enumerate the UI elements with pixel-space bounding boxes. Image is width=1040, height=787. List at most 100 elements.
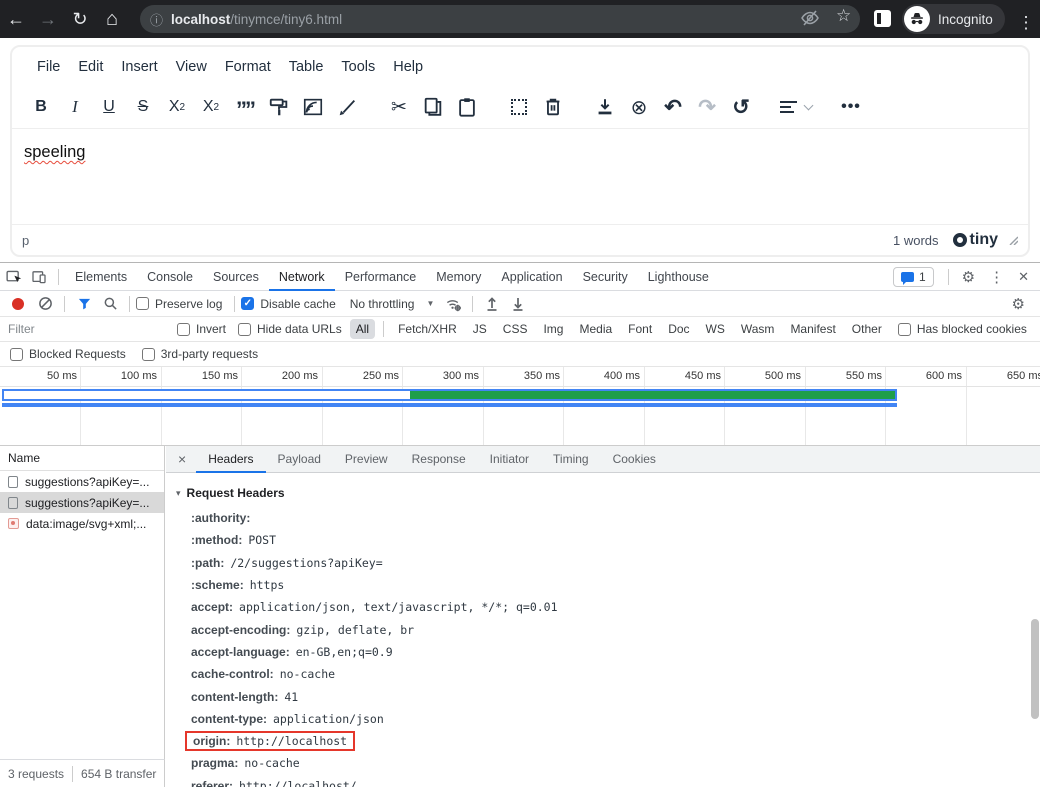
site-info-icon[interactable]: ⓘ [150,10,163,29]
filter-funnel-icon[interactable] [71,292,97,316]
password-hidden-eye-icon[interactable] [800,8,820,28]
editor-content-area[interactable]: speeling [12,128,1028,224]
hide-data-urls-label[interactable]: Hide data URLs [257,322,342,336]
record-icon[interactable] [12,298,24,310]
has-blocked-cookies-label[interactable]: Has blocked cookies [917,322,1027,336]
device-toolbar-icon[interactable] [26,265,52,289]
network-overview-timeline[interactable]: 50 ms 100 ms 150 ms 200 ms 250 ms 300 ms… [0,367,1040,446]
invert-label[interactable]: Invert [196,322,226,336]
resize-handle-icon[interactable] [1008,235,1018,245]
tab-memory[interactable]: Memory [426,263,491,291]
tab-application[interactable]: Application [491,263,572,291]
request-row[interactable]: data:image/svg+xml;... [0,513,164,534]
devtools-settings-gear-icon[interactable]: ⚙ [955,268,982,286]
tab-cookies[interactable]: Cookies [601,446,668,473]
preserve-log-checkbox[interactable] [136,297,149,310]
blocked-requests-checkbox[interactable] [10,348,23,361]
tab-timing[interactable]: Timing [541,446,601,473]
tab-security[interactable]: Security [573,263,638,291]
filter-chip-css[interactable]: CSS [497,319,534,339]
save-icon[interactable] [592,94,618,120]
devtools-kebab-icon[interactable]: ⋮ [982,268,1011,286]
reload-icon[interactable]: ↻ [64,3,96,35]
disable-cache-checkbox[interactable]: ✓ [241,297,254,310]
cancel-icon[interactable]: ⊗ [626,94,652,120]
filter-input[interactable] [8,320,163,338]
tab-response[interactable]: Response [400,446,478,473]
menu-help[interactable]: Help [384,53,432,81]
misspelled-word[interactable]: speeling [24,143,85,161]
tab-sources[interactable]: Sources [203,263,269,291]
blocked-requests-label[interactable]: Blocked Requests [29,347,126,361]
scrollbar-thumb[interactable] [1031,619,1039,719]
cut-icon[interactable]: ✂ [386,94,412,120]
undo-icon[interactable]: ↶ [660,94,686,120]
request-row-selected[interactable]: suggestions?apiKey=... [0,492,164,513]
filter-chip-img[interactable]: Img [537,319,569,339]
request-row[interactable]: suggestions?apiKey=... [0,471,164,492]
format-painter-icon[interactable] [266,94,292,120]
filter-chip-fetch-xhr[interactable]: Fetch/XHR [392,319,463,339]
side-panel-icon[interactable] [874,10,891,27]
copy-icon[interactable] [420,94,446,120]
tab-headers[interactable]: Headers [196,446,265,473]
invert-checkbox[interactable] [177,323,190,336]
name-column-header[interactable]: Name [0,446,164,471]
menu-file[interactable]: File [28,53,69,81]
inspect-element-icon[interactable] [0,265,26,289]
filter-chip-font[interactable]: Font [622,319,658,339]
third-party-checkbox[interactable] [142,348,155,361]
details-close-icon[interactable]: × [166,451,196,467]
devtools-close-icon[interactable]: ✕ [1011,269,1036,285]
request-headers-title-row[interactable]: ▾ Request Headers [176,483,1040,503]
menu-tools[interactable]: Tools [332,53,384,81]
menu-table[interactable]: Table [280,53,333,81]
issues-badge[interactable]: 1 [893,267,934,287]
select-all-icon[interactable] [506,94,532,120]
filter-chip-js[interactable]: JS [467,319,493,339]
network-conditions-icon[interactable] [440,292,466,316]
more-toolbar-icon[interactable]: ••• [838,94,864,120]
throttling-select[interactable]: No throttling [350,297,415,311]
align-dropdown-icon[interactable] [780,94,812,120]
tab-initiator[interactable]: Initiator [478,446,541,473]
bold-icon[interactable]: B [28,94,54,120]
word-count[interactable]: 1 words [893,233,939,248]
tab-lighthouse[interactable]: Lighthouse [638,263,719,291]
has-blocked-cookies-checkbox[interactable] [898,323,911,336]
network-settings-gear-icon[interactable]: ⚙ [1005,295,1032,313]
filter-chip-doc[interactable]: Doc [662,319,695,339]
hide-data-urls-checkbox[interactable] [238,323,251,336]
clear-icon[interactable] [32,292,58,316]
browser-menu-kebab-icon[interactable]: ⋮ [1010,7,1040,39]
underline-icon[interactable]: U [96,94,122,120]
image-frame-icon[interactable] [300,94,326,120]
strikethrough-icon[interactable]: S [130,94,156,120]
menu-view[interactable]: View [167,53,216,81]
details-scrollbar[interactable] [1030,476,1039,785]
disable-cache-label[interactable]: Disable cache [260,297,335,311]
superscript-icon[interactable]: X2 [198,94,224,120]
subscript-icon[interactable]: X2 [164,94,190,120]
filter-chip-wasm[interactable]: Wasm [735,319,781,339]
menu-insert[interactable]: Insert [112,53,166,81]
address-bar[interactable]: ⓘ localhost/tinymce/tiny6.html [140,5,860,33]
paste-icon[interactable] [454,94,480,120]
delete-icon[interactable] [540,94,566,120]
back-icon[interactable]: ← [0,3,32,35]
third-party-label[interactable]: 3rd-party requests [161,347,258,361]
menu-edit[interactable]: Edit [69,53,112,81]
filter-chip-other[interactable]: Other [846,319,888,339]
tab-payload[interactable]: Payload [266,446,333,473]
menu-format[interactable]: Format [216,53,280,81]
tab-elements[interactable]: Elements [65,263,137,291]
blockquote-icon[interactable]: ”” [232,94,258,120]
italic-icon[interactable]: I [62,94,88,120]
filter-chip-media[interactable]: Media [573,319,618,339]
filter-chip-manifest[interactable]: Manifest [784,319,841,339]
preserve-log-label[interactable]: Preserve log [155,297,222,311]
tiny-logo[interactable]: tiny [953,231,998,249]
tab-console[interactable]: Console [137,263,203,291]
brush-icon[interactable] [334,94,360,120]
export-har-icon[interactable] [505,292,531,316]
